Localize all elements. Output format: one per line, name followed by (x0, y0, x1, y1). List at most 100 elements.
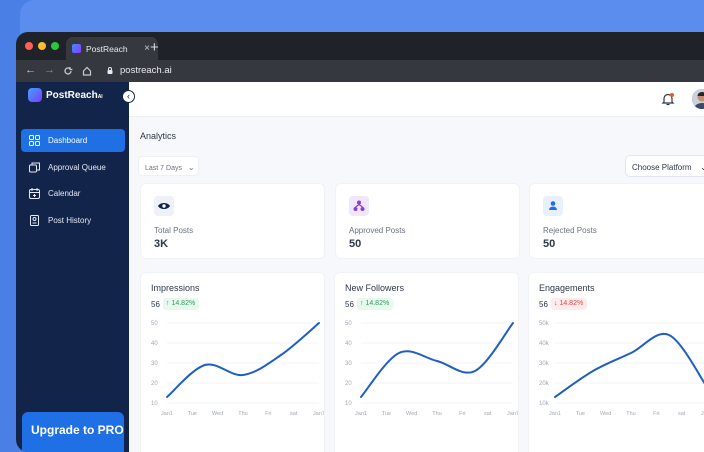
chevron-down-icon: ⌄ (188, 163, 195, 172)
main-content: Analytics Last 7 Days ⌄ Choose Platform … (129, 82, 704, 452)
sidebar-item-label: Post History (48, 216, 91, 225)
x-tick-label: Jan1 (161, 411, 173, 417)
sidebar-item-label: Calendar (48, 189, 80, 198)
trend-value: 14.82% (171, 300, 195, 307)
x-tick-label: Fri (653, 411, 659, 417)
app-container: PostReach AI Dashboard Approval Queue Ca… (16, 82, 704, 452)
sidebar-item-post-history[interactable]: Post History (21, 209, 125, 232)
sidebar-item-dashboard[interactable]: Dashboard (21, 129, 125, 152)
forward-icon[interactable]: → (44, 64, 55, 76)
card-count: 56 (539, 300, 548, 309)
card-title: Impressions (151, 283, 200, 293)
stat-label: Approved Posts (349, 226, 405, 235)
platform-value: Choose Platform (632, 163, 692, 172)
x-tick-label: Tue (188, 411, 197, 417)
x-tick-label: Wed (600, 411, 611, 417)
history-icon (29, 215, 40, 226)
trend-badge: ↑ 14.82% (163, 298, 199, 310)
url-field[interactable]: postreach.ai (120, 65, 172, 76)
y-tick-label: 10 (151, 401, 158, 407)
stat-card-rejected-posts: Rejected Posts 50 (529, 183, 704, 259)
period-value: Last 7 Days (145, 165, 182, 172)
home-icon[interactable] (82, 66, 92, 76)
chart-card-engagements: Engagements 56 ↓ 14.82% 50k40k30k20k10kJ… (528, 272, 704, 452)
new-followers-chart: 5040302010Jan1TueWedThuFrisatJan7 (335, 313, 518, 433)
grid-icon (29, 135, 40, 146)
platform-select[interactable]: Choose Platform ⌄ (625, 155, 704, 177)
top-bar (129, 82, 704, 117)
sidebar-item-label: Approval Queue (48, 163, 106, 172)
collapse-sidebar-button[interactable]: ‹ (122, 90, 135, 103)
avatar[interactable] (692, 89, 704, 109)
y-tick-label: 20k (539, 381, 550, 387)
chart-card-new-followers: New Followers 56 ↑ 14.82% 5040302010Jan1… (334, 272, 519, 452)
y-tick-label: 40 (151, 341, 158, 347)
stat-value: 50 (543, 238, 555, 250)
chart-card-impressions: Impressions 56 ↑ 14.82% 5040302010Jan1Tu… (140, 272, 325, 452)
stat-label: Total Posts (154, 226, 193, 235)
trend-badge: ↑ 14.82% (357, 298, 393, 310)
x-tick-label: Wed (406, 411, 417, 417)
new-tab-button[interactable]: + (150, 39, 159, 56)
chevron-down-icon: ⌄ (700, 162, 704, 172)
x-tick-label: sat (484, 411, 492, 417)
lock-icon (107, 67, 113, 74)
y-tick-label: 30k (539, 361, 550, 367)
x-tick-label: Jan7 (313, 411, 324, 417)
y-tick-label: 20 (345, 381, 352, 387)
close-window-button[interactable] (25, 42, 33, 50)
stat-value: 3K (154, 238, 168, 250)
y-tick-label: 50 (345, 321, 352, 327)
brand-name: PostReach (46, 90, 98, 101)
maximize-window-button[interactable] (51, 42, 59, 50)
reload-icon[interactable] (63, 66, 73, 76)
y-tick-label: 50 (151, 321, 158, 327)
sidebar-item-approval-queue[interactable]: Approval Queue (21, 156, 125, 179)
series-line (361, 323, 513, 397)
card-count: 56 (151, 300, 160, 309)
tab-bar: PostReach × + (16, 32, 704, 60)
browser-window: PostReach × + ← → postreach.ai PostReach… (16, 32, 704, 452)
tab-title: PostReach (86, 44, 144, 54)
brand-suffix: AI (98, 94, 103, 100)
hierarchy-icon (349, 196, 369, 216)
notification-bell-icon[interactable] (661, 92, 675, 106)
sidebar-item-label: Dashboard (48, 136, 87, 145)
x-tick-label: sat (678, 411, 686, 417)
upgrade-button[interactable]: Upgrade to PRO (22, 412, 124, 452)
back-icon[interactable]: ← (25, 64, 36, 76)
stat-card-approved-posts: Approved Posts 50 (335, 183, 520, 259)
x-tick-label: Tue (576, 411, 585, 417)
x-tick-label: Jan7 (507, 411, 518, 417)
series-line (167, 323, 319, 397)
period-select[interactable]: Last 7 Days ⌄ (138, 156, 199, 176)
stat-value: 50 (349, 238, 361, 250)
address-bar: ← → postreach.ai (16, 60, 704, 82)
x-tick-label: Jan1 (549, 411, 561, 417)
x-tick-label: Fri (265, 411, 271, 417)
minimize-window-button[interactable] (38, 42, 46, 50)
trend-value: 14.82% (365, 300, 389, 307)
x-tick-label: Thu (238, 411, 247, 417)
sidebar: PostReach AI Dashboard Approval Queue Ca… (16, 82, 129, 452)
stat-card-total-posts: Total Posts 3K (140, 183, 325, 259)
x-tick-label: Fri (459, 411, 465, 417)
logo: PostReach AI (28, 88, 103, 102)
y-tick-label: 10 (345, 401, 352, 407)
y-tick-label: 30 (151, 361, 158, 367)
favicon-icon (72, 44, 81, 53)
page-title: Analytics (140, 131, 176, 141)
engagements-chart: 50k40k30k20k10kJan1TueWedThuFrisatJan7 (529, 313, 704, 433)
queue-icon (29, 162, 40, 173)
eye-icon (154, 196, 174, 216)
card-title: Engagements (539, 283, 595, 293)
browser-tab[interactable]: PostReach × (66, 37, 158, 60)
arrow-up-icon: ↑ (166, 300, 170, 307)
sidebar-item-calendar[interactable]: Calendar (21, 182, 125, 205)
x-tick-label: Thu (626, 411, 635, 417)
trend-value: 14.82% (559, 300, 583, 307)
y-tick-label: 50k (539, 321, 550, 327)
x-tick-label: sat (290, 411, 298, 417)
logo-mark-icon (28, 88, 42, 102)
y-tick-label: 40 (345, 341, 352, 347)
